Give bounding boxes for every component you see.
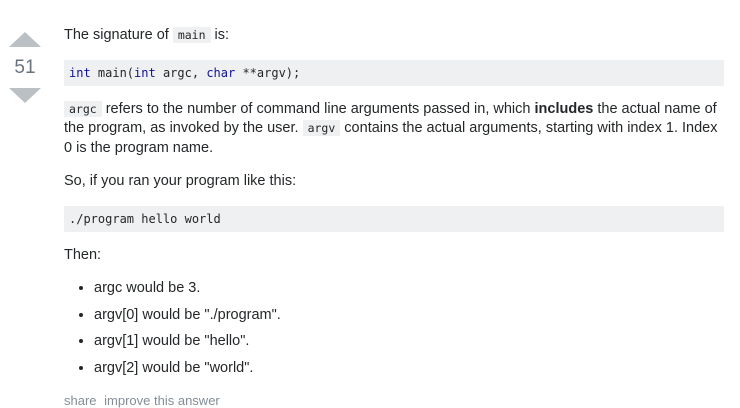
paragraph-text: refers to the number of command line arg… <box>101 100 535 117</box>
list-item: argv[1] would be "hello". <box>94 332 724 352</box>
inline-code-argc: argc <box>64 100 102 117</box>
intro-text: The signature of <box>64 27 173 43</box>
answer-body: The signature of main is: int main(int a… <box>64 26 724 385</box>
list-item: argv[2] would be "world". <box>94 359 724 379</box>
code-keyword: int <box>69 65 91 80</box>
inline-code-main: main <box>172 27 211 43</box>
list-item: argc would be 3. <box>94 279 724 299</box>
intro-suffix: is: <box>210 27 230 43</box>
code-text: argc, <box>155 65 207 80</box>
list-item: argv[0] would be "./program". <box>94 306 724 326</box>
bold-text: includes <box>534 100 594 117</box>
code-block-command: ./program hello world <box>64 205 724 232</box>
vote-count: 51 <box>14 57 36 78</box>
intro-paragraph: The signature of main is: <box>64 26 724 46</box>
argc-argv-paragraph: argc refers to the number of command lin… <box>64 100 724 159</box>
code-block-signature: int main(int argc, char **argv); <box>64 59 724 86</box>
code-keyword: int <box>134 65 156 80</box>
run-paragraph: So, if you ran your program like this: <box>64 173 297 189</box>
then-paragraph: Then: <box>64 246 102 263</box>
code-text: **argv); <box>235 65 301 80</box>
inline-code-argv: argv <box>302 120 341 136</box>
upvote-arrow-icon[interactable] <box>9 32 41 47</box>
vote-panel: 51 <box>8 32 42 103</box>
result-list: argc would be 3. argv[0] would be "./pro… <box>64 279 724 378</box>
downvote-arrow-icon[interactable] <box>9 88 41 103</box>
code-keyword: char <box>206 65 236 80</box>
code-text: main( <box>90 65 135 80</box>
